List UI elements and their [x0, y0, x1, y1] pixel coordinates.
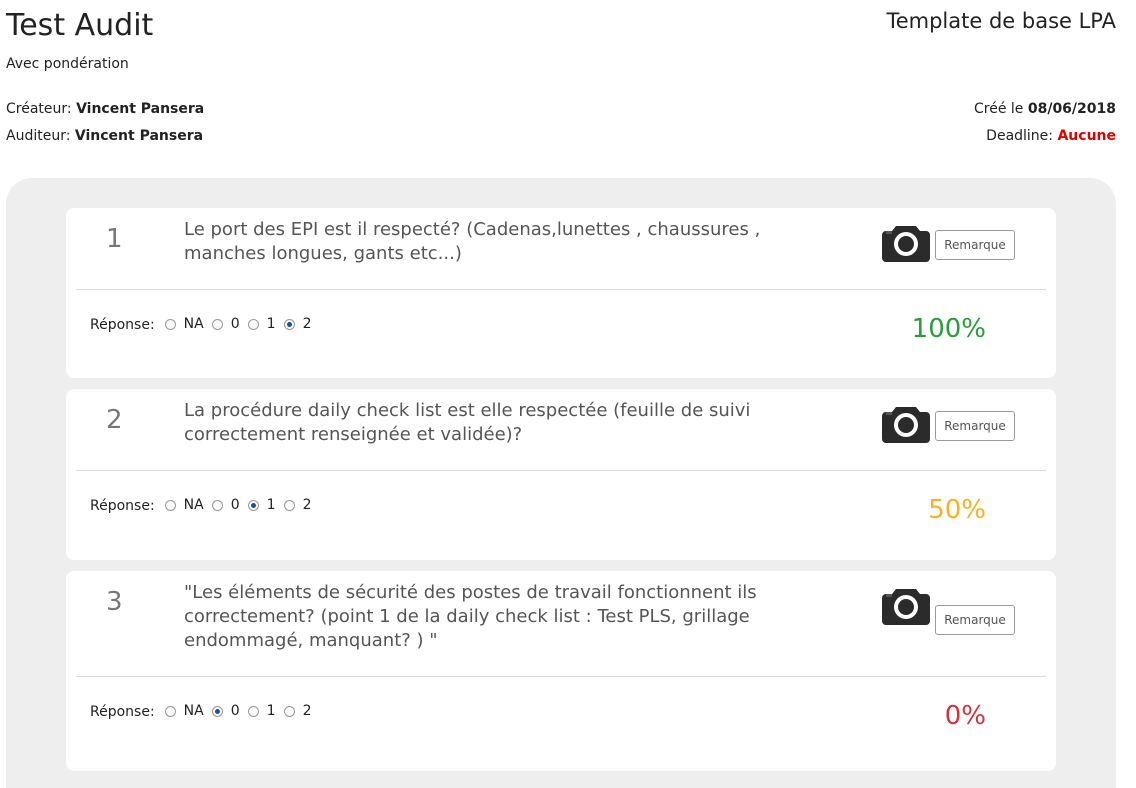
answer-option-label: 0 [230, 497, 240, 513]
question-text: La procédure daily check list est elle r… [184, 400, 751, 445]
radio-button[interactable] [164, 705, 176, 717]
answer-option-0[interactable]: 0 [211, 497, 240, 513]
question-card-3: 3 "Les éléments de sécurité des postes d… [66, 571, 1056, 771]
deadline-label: Deadline: [986, 128, 1054, 144]
answer-option-na[interactable]: NA [164, 497, 204, 513]
question-number: 2 [106, 405, 123, 435]
radio-button[interactable] [211, 318, 223, 330]
question-number: 1 [106, 224, 123, 254]
answer-option-label: 1 [266, 497, 276, 513]
answer-option-label: 0 [230, 316, 240, 332]
score-value: 50% [928, 495, 986, 525]
answer-option-2[interactable]: 2 [283, 703, 312, 719]
auditor-value: Vincent Pansera [74, 128, 204, 144]
answer-label: Réponse: [90, 703, 155, 720]
remark-button[interactable]: Remarque [935, 605, 1015, 635]
answer-option-label: NA [183, 497, 204, 513]
created-label: Créé le [973, 101, 1024, 117]
answer-option-label: 1 [266, 703, 276, 719]
question-answer-row: Réponse: NA 0 1 2 100% [66, 290, 1056, 378]
answer-option-label: 1 [266, 316, 276, 332]
answer-group: Réponse: NA 0 1 2 [90, 316, 320, 334]
answer-option-label: 2 [302, 703, 312, 719]
radio-button[interactable] [247, 318, 259, 330]
remark-button[interactable]: Remarque [935, 230, 1015, 260]
answer-option-2[interactable]: 2 [283, 316, 312, 332]
answer-option-label: NA [183, 703, 204, 719]
question-header: 1 Le port des EPI est il respecté? (Cade… [76, 208, 1046, 290]
question-number: 3 [106, 587, 123, 617]
score-value: 0% [944, 701, 986, 731]
answer-group: Réponse: NA 0 1 2 [90, 703, 320, 721]
radio-button[interactable] [211, 705, 223, 717]
audit-dates: Créé le 08/06/2018 Deadline: Aucune [974, 96, 1116, 150]
answer-option-label: 0 [230, 703, 240, 719]
deadline-value: Aucune [1057, 128, 1116, 144]
question-header: 2 La procédure daily check list est elle… [76, 389, 1046, 471]
question-answer-row: Réponse: NA 0 1 2 50% [66, 471, 1056, 559]
answer-option-label: 2 [302, 316, 312, 332]
question-card-1: 1 Le port des EPI est il respecté? (Cade… [66, 208, 1056, 378]
creator-value: Vincent Pansera [76, 101, 205, 117]
answer-options: NA 0 1 2 [164, 316, 320, 334]
answer-label: Réponse: [90, 497, 155, 514]
answer-option-0[interactable]: 0 [211, 703, 240, 719]
answer-option-1[interactable]: 1 [247, 316, 276, 332]
answer-option-1[interactable]: 1 [247, 703, 276, 719]
audit-subtitle: Avec pondération [6, 56, 129, 72]
questions-panel: 1 Le port des EPI est il respecté? (Cade… [6, 178, 1116, 788]
question-text: Le port des EPI est il respecté? (Cadena… [184, 219, 761, 264]
question-text: "Les éléments de sécurité des postes de … [184, 582, 757, 651]
audit-header: Test Audit Avec pondération Template de … [0, 0, 1136, 178]
answer-options: NA 0 1 2 [164, 703, 320, 721]
question-header: 3 "Les éléments de sécurité des postes d… [76, 571, 1046, 677]
auditor-label: Auditeur: [6, 128, 71, 144]
radio-button[interactable] [247, 705, 259, 717]
answer-options: NA 0 1 2 [164, 497, 320, 515]
answer-option-na[interactable]: NA [164, 316, 204, 332]
camera-icon[interactable] [882, 403, 930, 443]
radio-button[interactable] [211, 499, 223, 511]
radio-button[interactable] [283, 318, 295, 330]
created-date: 08/06/2018 [1027, 101, 1116, 117]
score-value: 100% [911, 314, 986, 344]
page-title: Test Audit [6, 8, 154, 43]
auditor-row: Auditeur: Vincent Pansera [6, 123, 204, 150]
answer-option-1[interactable]: 1 [247, 497, 276, 513]
created-row: Créé le 08/06/2018 [974, 96, 1116, 123]
radio-button[interactable] [283, 705, 295, 717]
answer-label: Réponse: [90, 316, 155, 333]
answer-option-na[interactable]: NA [164, 703, 204, 719]
deadline-row: Deadline: Aucune [974, 123, 1116, 150]
question-answer-row: Réponse: NA 0 1 2 0% [66, 677, 1056, 765]
answer-option-label: NA [183, 316, 204, 332]
radio-button[interactable] [164, 318, 176, 330]
template-name: Template de base LPA [886, 9, 1116, 33]
camera-icon[interactable] [882, 585, 930, 625]
remark-button[interactable]: Remarque [935, 411, 1015, 441]
answer-option-0[interactable]: 0 [211, 316, 240, 332]
audit-people: Créateur: Vincent Pansera Auditeur: Vinc… [6, 96, 204, 150]
creator-label: Créateur: [6, 101, 72, 117]
radio-button[interactable] [283, 499, 295, 511]
creator-row: Créateur: Vincent Pansera [6, 96, 204, 123]
answer-option-2[interactable]: 2 [283, 497, 312, 513]
radio-button[interactable] [247, 499, 259, 511]
answer-group: Réponse: NA 0 1 2 [90, 497, 320, 515]
camera-icon[interactable] [882, 222, 930, 262]
question-card-2: 2 La procédure daily check list est elle… [66, 389, 1056, 560]
radio-button[interactable] [164, 499, 176, 511]
answer-option-label: 2 [302, 497, 312, 513]
